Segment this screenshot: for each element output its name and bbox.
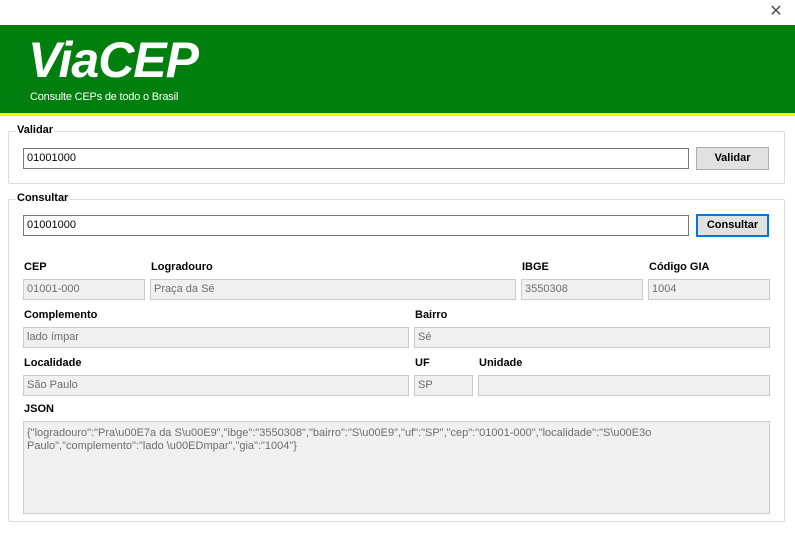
banner-accent-stripe xyxy=(0,113,795,116)
unidade-field[interactable] xyxy=(478,375,770,396)
bairro-field[interactable]: Sé xyxy=(414,327,770,348)
validar-group-title: Validar xyxy=(16,124,55,136)
complemento-label: Complemento xyxy=(24,309,98,321)
consultar-group-title: Consultar xyxy=(16,192,70,204)
validar-button[interactable]: Validar xyxy=(696,147,769,170)
logo-wordmark: ViaCEP xyxy=(28,32,200,87)
uf-field[interactable]: SP xyxy=(414,375,473,396)
localidade-label: Localidade xyxy=(24,357,82,369)
unidade-label: Unidade xyxy=(479,357,523,369)
json-output[interactable]: {"logradouro":"Pra\u00E7a da S\u00E9","i… xyxy=(23,421,770,514)
bairro-label: Bairro xyxy=(415,309,448,321)
close-icon[interactable]: ✕ xyxy=(765,3,787,21)
viacep-logo-mark: ViaCEP xyxy=(28,32,201,87)
logradouro-field[interactable]: Praça da Sé xyxy=(150,279,516,300)
header-banner: ViaCEP Consulte CEPs de todo o Brasil xyxy=(0,25,795,113)
consultar-button[interactable]: Consultar xyxy=(696,214,769,237)
validar-cep-input[interactable]: 01001000 xyxy=(23,148,689,169)
cep-label: CEP xyxy=(24,261,47,273)
localidade-field[interactable]: São Paulo xyxy=(23,375,409,396)
uf-label: UF xyxy=(415,357,430,369)
consultar-cep-input[interactable]: 01001000 xyxy=(23,215,689,236)
banner-tagline: Consulte CEPs de todo o Brasil xyxy=(30,91,179,103)
ibge-field[interactable]: 3550308 xyxy=(521,279,643,300)
logradouro-label: Logradouro xyxy=(151,261,213,273)
ibge-label: IBGE xyxy=(522,261,549,273)
complemento-field[interactable]: lado ímpar xyxy=(23,327,409,348)
title-bar: ✕ xyxy=(0,0,795,25)
gia-field[interactable]: 1004 xyxy=(648,279,770,300)
viacep-logo: ViaCEP xyxy=(28,31,203,87)
cep-field[interactable]: 01001-000 xyxy=(23,279,145,300)
json-label: JSON xyxy=(24,403,54,415)
gia-label: Código GIA xyxy=(649,261,710,273)
